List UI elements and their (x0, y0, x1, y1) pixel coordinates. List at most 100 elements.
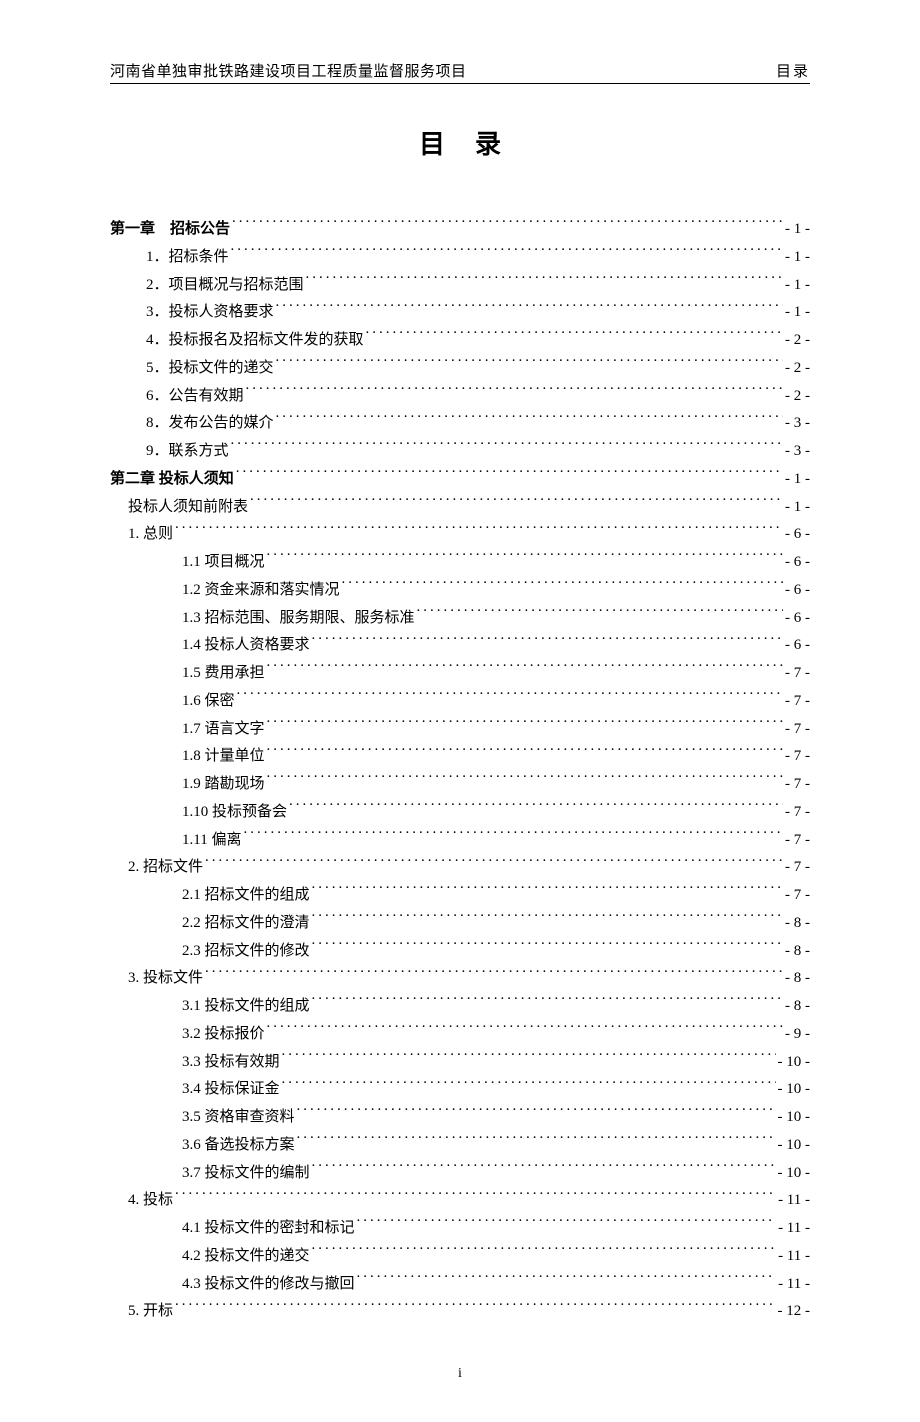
toc-leader-dots (175, 1189, 776, 1204)
toc-leader-dots (366, 329, 783, 344)
toc-leader-dots (175, 523, 783, 538)
running-header: 河南省单独审批铁路建设项目工程质量监督服务项目 目录 (110, 60, 810, 84)
toc-entry-page: - 6 - (785, 521, 810, 549)
toc-entry: 1.10 投标预备会- 7 - (110, 799, 810, 827)
toc-leader-dots (276, 412, 783, 427)
header-right-text: 目录 (776, 60, 810, 81)
toc-entry-label: 1.6 保密 (182, 688, 235, 716)
toc-entry: 4.1 投标文件的密封和标记- 11 - (110, 1215, 810, 1243)
toc-entry-page: - 7 - (785, 854, 810, 882)
toc-entry-page: - 7 - (785, 882, 810, 910)
toc-entry-page: - 2 - (785, 327, 810, 355)
toc-entry-page: - 6 - (785, 605, 810, 633)
toc-entry: 2.3 招标文件的修改- 8 - (110, 938, 810, 966)
toc-leader-dots (312, 1245, 777, 1260)
toc-entry-label: 投标人须知前附表 (128, 494, 248, 522)
toc-leader-dots (231, 440, 783, 455)
toc-leader-dots (312, 995, 783, 1010)
toc-entry-page: - 10 - (778, 1104, 811, 1132)
toc-entry: 1.7 语言文字- 7 - (110, 716, 810, 744)
header-left-text: 河南省单独审批铁路建设项目工程质量监督服务项目 (110, 60, 467, 81)
toc-leader-dots (232, 218, 783, 233)
toc-leader-dots (267, 718, 783, 733)
toc-entry: 9．联系方式- 3 - (110, 438, 810, 466)
toc-entry-label: 2.1 招标文件的组成 (182, 882, 310, 910)
toc-entry: 1.4 投标人资格要求- 6 - (110, 632, 810, 660)
toc-entry-page: - 7 - (785, 688, 810, 716)
toc-entry-page: - 7 - (785, 716, 810, 744)
toc-entry-label: 3．投标人资格要求 (146, 299, 274, 327)
toc-entry-page: - 8 - (785, 965, 810, 993)
toc-entry-page: - 11 - (778, 1215, 810, 1243)
toc-entry: 1.11 偏离- 7 - (110, 827, 810, 855)
toc-entry-page: - 2 - (785, 383, 810, 411)
toc-entry-label: 1. 总则 (128, 521, 173, 549)
toc-entry-label: 1.10 投标预备会 (182, 799, 287, 827)
toc-entry-label: 8．发布公告的媒介 (146, 410, 274, 438)
page-title: 目录 (110, 124, 810, 161)
toc-leader-dots (205, 856, 783, 871)
toc-leader-dots (243, 829, 783, 844)
toc-entry-page: - 10 - (778, 1160, 811, 1188)
toc-entry-page: - 10 - (778, 1076, 811, 1104)
toc-entry-label: 3.5 资格审查资料 (182, 1104, 295, 1132)
toc-entry: 3．投标人资格要求 - 1 - (110, 299, 810, 327)
toc-entry: 1．招标条件- 1 - (110, 244, 810, 272)
toc-leader-dots (357, 1273, 777, 1288)
toc-entry-page: - 6 - (785, 549, 810, 577)
toc-leader-dots (417, 607, 783, 622)
toc-entry: 1. 总则 - 6 - (110, 521, 810, 549)
toc-entry-label: 1.3 招标范围、服务期限、服务标准 (182, 605, 415, 633)
toc-entry-label: 1.11 偏离 (182, 827, 241, 855)
toc-leader-dots (282, 1051, 776, 1066)
toc-entry-page: - 1 - (785, 494, 810, 522)
toc-leader-dots (342, 579, 783, 594)
toc-entry-label: 3.2 投标报价 (182, 1021, 265, 1049)
toc-entry-page: - 1 - (785, 466, 810, 494)
toc-entry-label: 4．投标报名及招标文件发的获取 (146, 327, 364, 355)
toc-entry-label: 1.2 资金来源和落实情况 (182, 577, 340, 605)
toc-leader-dots (267, 662, 783, 677)
toc-leader-dots (231, 246, 783, 261)
toc-entry-label: 3.1 投标文件的组成 (182, 993, 310, 1021)
toc-entry-page: - 1 - (785, 272, 810, 300)
toc-leader-dots (276, 301, 783, 316)
toc-entry-page: - 3 - (785, 410, 810, 438)
toc-entry-label: 2．项目概况与招标范围 (146, 272, 304, 300)
toc-entry-page: - 3 - (785, 438, 810, 466)
toc-entry-label: 1.4 投标人资格要求 (182, 632, 310, 660)
toc-entry-label: 第一章 招标公告 (110, 216, 230, 244)
toc-leader-dots (175, 1300, 775, 1315)
toc-entry: 3.7 投标文件的编制 - 10 - (110, 1160, 810, 1188)
toc-entry: 3.2 投标报价- 9 - (110, 1021, 810, 1049)
toc-leader-dots (306, 274, 783, 289)
toc-entry: 4．投标报名及招标文件发的获取 - 2 - (110, 327, 810, 355)
toc-leader-dots (276, 357, 783, 372)
toc-entry-page: - 7 - (785, 771, 810, 799)
toc-leader-dots (267, 745, 783, 760)
toc-entry: 1.9 踏勘现场 - 7 - (110, 771, 810, 799)
toc-entry-page: - 1 - (785, 244, 810, 272)
toc-entry-label: 1.9 踏勘现场 (182, 771, 265, 799)
toc-entry-page: - 10 - (778, 1132, 811, 1160)
toc-entry-page: - 1 - (785, 299, 810, 327)
toc-entry-page: - 8 - (785, 938, 810, 966)
toc-entry-page: - 2 - (785, 355, 810, 383)
toc-entry-label: 5．投标文件的递交 (146, 355, 274, 383)
toc-entry-page: - 7 - (785, 743, 810, 771)
toc-entry: 3.1 投标文件的组成 - 8 - (110, 993, 810, 1021)
toc-entry: 6．公告有效期- 2 - (110, 383, 810, 411)
page-number-footer: i (110, 1366, 810, 1382)
toc-entry-page: - 8 - (785, 993, 810, 1021)
toc-entry-label: 2.2 招标文件的澄清 (182, 910, 310, 938)
toc-leader-dots (357, 1217, 777, 1232)
toc-entry-label: 3.6 备选投标方案 (182, 1132, 295, 1160)
toc-leader-dots (289, 801, 783, 816)
toc-leader-dots (312, 940, 783, 955)
toc-entry: 4.2 投标文件的递交- 11 - (110, 1243, 810, 1271)
toc-entry-label: 3.7 投标文件的编制 (182, 1160, 310, 1188)
toc-entry-label: 2. 招标文件 (128, 854, 203, 882)
toc-entry-label: 1.8 计量单位 (182, 743, 265, 771)
toc-entry: 1.6 保密 - 7 - (110, 688, 810, 716)
toc-leader-dots (312, 912, 783, 927)
